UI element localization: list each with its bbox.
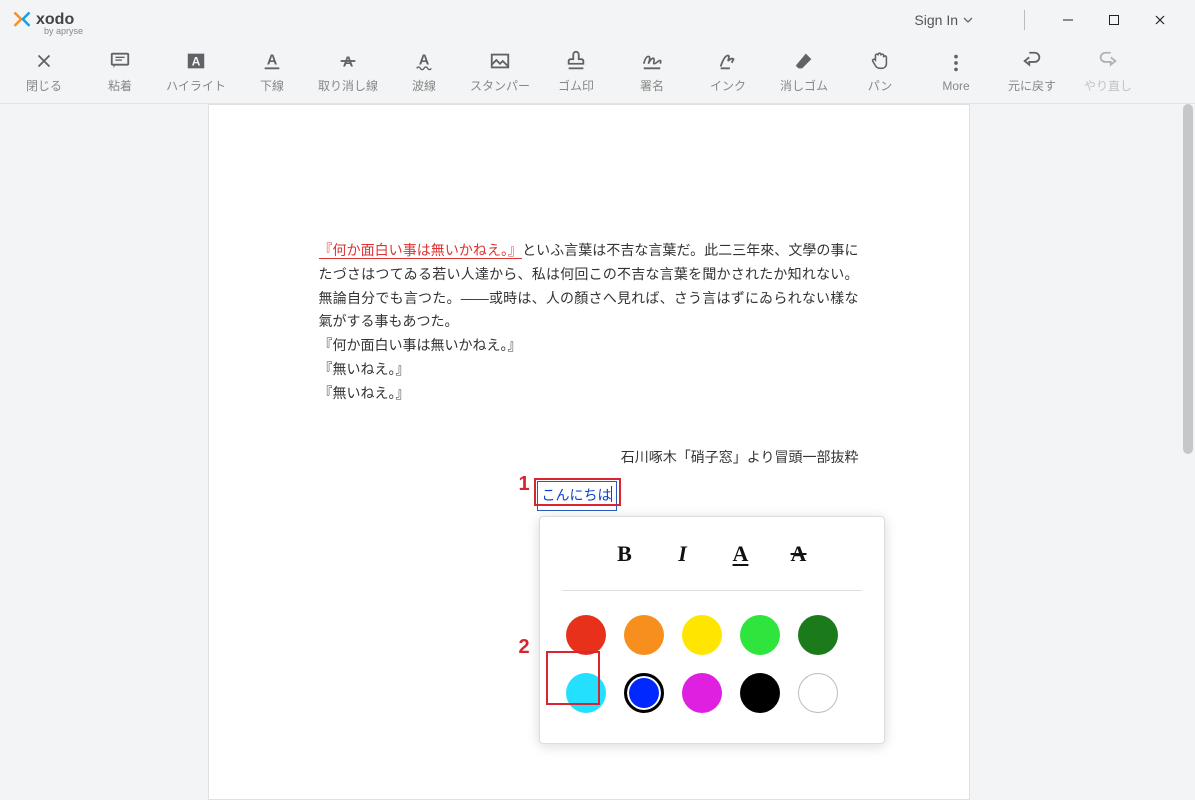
titlebar: xodo by apryse Sign In — [0, 0, 1195, 40]
color-yellow[interactable] — [682, 615, 722, 655]
document-viewport[interactable]: 『何か面白い事は無いかねえ。』といふ言葉は不吉な言葉だ。此二三年來、文學の事にた… — [0, 104, 1177, 800]
window-controls — [1045, 4, 1183, 36]
pan-label: パン — [868, 77, 893, 94]
quote-line: 『無いねえ。』 — [319, 358, 859, 382]
underline-icon: A — [261, 49, 283, 73]
callout-marker-1: 1 — [519, 467, 530, 501]
pan-button[interactable]: パン — [842, 49, 918, 94]
color-orange[interactable] — [624, 615, 664, 655]
sticky-label: 粘着 — [108, 77, 132, 94]
bold-button[interactable]: B — [613, 535, 637, 572]
more-button[interactable]: More — [918, 51, 994, 93]
stamper-button[interactable]: スタンパー — [462, 49, 538, 94]
highlight-icon: A — [185, 49, 207, 73]
image-icon — [489, 49, 511, 73]
window-close-button[interactable] — [1137, 4, 1183, 36]
sticky-note-button[interactable]: 粘着 — [82, 49, 158, 94]
rubber-stamp-button[interactable]: ゴム印 — [538, 49, 614, 94]
toolbar: 閉じる 粘着 A ハイライト A 下線 A 取り消し線 A 波線 スタンパー ゴム印 署… — [0, 40, 1195, 104]
undo-icon — [1021, 49, 1043, 73]
eraser-icon — [793, 49, 815, 73]
strikeout-label: 取り消し線 — [318, 77, 378, 94]
attribution: 石川啄木「硝子窓」より冒頭一部抜粋 — [319, 446, 859, 470]
svg-text:A: A — [192, 55, 201, 69]
squiggly-label: 波線 — [412, 77, 436, 94]
redo-icon — [1097, 49, 1119, 73]
svg-text:A: A — [419, 53, 430, 69]
window-minimize-button[interactable] — [1045, 4, 1091, 36]
callout-box-1 — [534, 478, 621, 506]
paragraph-body: 『何か面白い事は無いかねえ。』といふ言葉は不吉な言葉だ。此二三年來、文學の事にた… — [319, 239, 859, 334]
sign-in-button[interactable]: Sign In — [914, 12, 974, 28]
color-magenta[interactable] — [682, 673, 722, 713]
stamper-label: スタンパー — [470, 77, 530, 94]
sticky-note-icon — [109, 49, 131, 73]
quote-line: 『何か面白い事は無いかねえ。』 — [319, 334, 859, 358]
ink-button[interactable]: インク — [690, 49, 766, 94]
ink-icon — [717, 49, 739, 73]
squiggly-icon: A — [413, 49, 435, 73]
stamp-icon — [565, 49, 587, 73]
sign-in-label: Sign In — [914, 12, 958, 28]
undo-button[interactable]: 元に戻す — [994, 49, 1070, 94]
signature-icon — [641, 49, 663, 73]
strikethrough-format-button[interactable]: A — [787, 535, 811, 572]
color-white[interactable] — [798, 673, 838, 713]
redo-button[interactable]: やり直し — [1070, 49, 1146, 94]
hand-icon — [869, 49, 891, 73]
eraser-button[interactable]: 消しゴム — [766, 49, 842, 94]
close-icon — [33, 49, 55, 73]
svg-text:A: A — [343, 55, 354, 71]
quote-line: 『無いねえ。』 — [319, 382, 859, 406]
redo-label: やり直し — [1084, 77, 1132, 94]
chevron-down-icon — [962, 14, 974, 26]
signature-button[interactable]: 署名 — [614, 49, 690, 94]
strikeout-button[interactable]: A 取り消し線 — [310, 49, 386, 94]
signature-label: 署名 — [640, 77, 664, 94]
eraser-label: 消しゴム — [780, 77, 828, 94]
highlight-button[interactable]: A ハイライト — [158, 49, 234, 94]
separator — [1024, 10, 1025, 30]
more-label: More — [942, 79, 969, 93]
underline-format-button[interactable]: A — [729, 535, 753, 572]
xodo-logo-icon — [12, 10, 32, 30]
format-row: B I A A — [562, 535, 862, 591]
color-dark-green[interactable] — [798, 615, 838, 655]
vertical-scrollbar[interactable] — [1179, 104, 1195, 800]
close-label: 閉じる — [26, 77, 62, 94]
pdf-page[interactable]: 『何か面白い事は無いかねえ。』といふ言葉は不吉な言葉だ。此二三年來、文學の事にた… — [208, 104, 970, 800]
svg-text:A: A — [267, 53, 278, 69]
color-blue[interactable] — [624, 673, 664, 713]
stamp-label: ゴム印 — [558, 77, 594, 94]
underline-label: 下線 — [260, 77, 284, 94]
strikeout-icon: A — [337, 49, 359, 73]
underlined-text: 『何か面白い事は無いかねえ。』 — [319, 242, 523, 259]
color-black[interactable] — [740, 673, 780, 713]
close-button[interactable]: 閉じる — [6, 49, 82, 94]
brand-subtext: by apryse — [44, 26, 83, 36]
squiggly-button[interactable]: A 波線 — [386, 49, 462, 94]
color-red[interactable] — [566, 615, 606, 655]
dots-vertical-icon — [945, 51, 967, 75]
text-format-popup: B I A A — [539, 516, 885, 744]
underline-button[interactable]: A 下線 — [234, 49, 310, 94]
highlight-label: ハイライト — [166, 77, 226, 94]
window-maximize-button[interactable] — [1091, 4, 1137, 36]
italic-button[interactable]: I — [671, 535, 695, 572]
undo-label: 元に戻す — [1008, 77, 1056, 94]
ink-label: インク — [710, 77, 746, 94]
color-swatches — [554, 615, 870, 713]
scrollbar-thumb[interactable] — [1183, 104, 1193, 454]
color-green[interactable] — [740, 615, 780, 655]
callout-box-2 — [546, 651, 600, 705]
callout-marker-2: 2 — [519, 630, 530, 664]
